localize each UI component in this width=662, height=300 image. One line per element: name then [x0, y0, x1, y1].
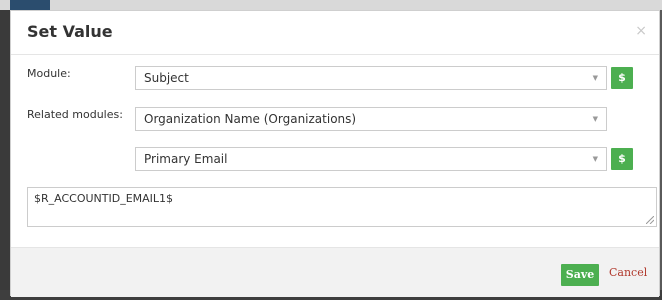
- related-modules-label: Related modules:: [27, 108, 123, 121]
- module-select[interactable]: Subject ▼: [135, 66, 607, 90]
- insert-related-variable-button[interactable]: $: [611, 148, 633, 170]
- set-value-dialog: Set Value × Module: Subject ▼ $ Related …: [10, 10, 660, 297]
- expression-textarea[interactable]: $R_ACCOUNTID_EMAIL1$: [27, 187, 657, 227]
- background-overlay-left: [0, 10, 10, 300]
- module-label: Module:: [27, 67, 71, 80]
- dialog-title: Set Value: [27, 22, 113, 41]
- related-modules-select-value: Organization Name (Organizations): [144, 112, 357, 126]
- dialog-header: Set Value ×: [11, 11, 659, 55]
- related-modules-select[interactable]: Organization Name (Organizations) ▼: [135, 107, 607, 131]
- related-field-select[interactable]: Primary Email ▼: [135, 147, 607, 171]
- insert-module-variable-button[interactable]: $: [611, 67, 633, 89]
- related-field-select-value: Primary Email: [144, 152, 228, 166]
- module-select-value: Subject: [144, 71, 189, 85]
- background-page-strip: [0, 0, 662, 10]
- chevron-down-icon: ▼: [592, 155, 598, 163]
- close-icon[interactable]: ×: [635, 23, 647, 39]
- chevron-down-icon: ▼: [592, 74, 598, 82]
- resize-grip-icon[interactable]: [646, 216, 654, 224]
- cancel-link[interactable]: Cancel: [609, 266, 647, 279]
- background-nav-block: [10, 0, 50, 10]
- dialog-footer: Save Cancel: [11, 247, 659, 297]
- save-button[interactable]: Save: [561, 264, 599, 286]
- chevron-down-icon: ▼: [592, 115, 598, 123]
- expression-text: $R_ACCOUNTID_EMAIL1$: [34, 192, 174, 205]
